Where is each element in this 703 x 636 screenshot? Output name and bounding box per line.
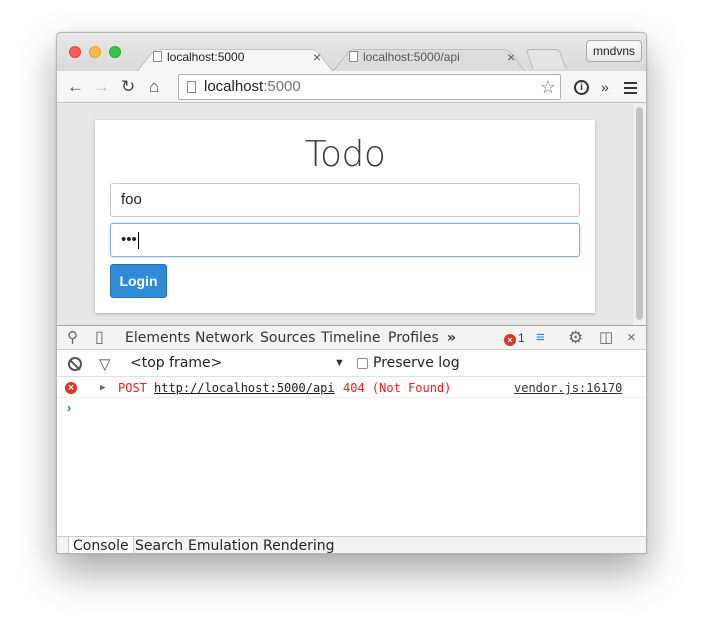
- gear-icon[interactable]: ⚙: [568, 328, 583, 348]
- text-caret: [137, 231, 139, 249]
- drawer-tab-search[interactable]: Search: [131, 537, 187, 553]
- tab-close-icon[interactable]: ×: [507, 43, 515, 71]
- page-viewport: Todo foo ••• Login: [57, 104, 646, 325]
- zoom-window-button[interactable]: [109, 46, 121, 58]
- username-input[interactable]: foo: [110, 183, 580, 217]
- back-arrow-icon[interactable]: ←: [67, 77, 84, 97]
- page-scrollbar[interactable]: [632, 104, 646, 325]
- device-mode-icon[interactable]: ▯: [95, 328, 104, 348]
- new-tab-button[interactable]: [525, 49, 567, 69]
- tab-elements[interactable]: Elements: [125, 326, 190, 350]
- hamburger-menu-icon[interactable]: [624, 82, 637, 97]
- filter-funnel-icon[interactable]: ▽: [99, 355, 111, 373]
- chevron-down-icon[interactable]: ▼: [334, 351, 345, 376]
- page-icon: [153, 51, 162, 62]
- more-tabs-icon[interactable]: »: [447, 326, 456, 350]
- tab-timeline[interactable]: Timeline: [321, 326, 381, 350]
- console-prompt-icon[interactable]: ›: [67, 400, 71, 415]
- tab-profiles[interactable]: Profiles: [388, 326, 439, 350]
- drawer-tab-emulation[interactable]: Emulation: [184, 537, 263, 553]
- drawer-tab-rendering[interactable]: Rendering: [259, 537, 339, 553]
- login-button[interactable]: Login: [110, 264, 167, 298]
- browser-toolbar: ← → ↻ ⌂ localhost:5000 ☆ i »: [57, 71, 646, 103]
- scrollbar-thumb[interactable]: [636, 107, 643, 320]
- tab-sources[interactable]: Sources: [260, 326, 315, 350]
- devtools-tab-bar: ⚲ ▯ Elements Network Sources Timeline Pr…: [57, 326, 646, 350]
- extensions-overflow-icon[interactable]: »: [601, 77, 609, 97]
- devtools-drawer-tabs: Console Search Emulation Rendering: [57, 536, 646, 553]
- reload-icon[interactable]: ↻: [121, 77, 135, 97]
- expand-triangle-icon[interactable]: ▶: [100, 378, 105, 398]
- forward-arrow-icon[interactable]: →: [93, 77, 110, 97]
- error-icon: ×: [504, 334, 516, 346]
- error-counter[interactable]: × 1: [504, 331, 525, 346]
- response-status: 404 (Not Found): [343, 381, 452, 395]
- console-message-row[interactable]: × ▶ POST http://localhost:5000/api 404 (…: [57, 378, 646, 398]
- console-drawer-icon[interactable]: ≡: [536, 328, 545, 348]
- tab-localhost-5000-api[interactable]: localhost:5000/api ×: [333, 43, 525, 71]
- console-filter-bar: ▽ <top frame> ▼ Preserve log: [57, 351, 646, 377]
- close-window-button[interactable]: [69, 46, 81, 58]
- request-url-link[interactable]: http://localhost:5000/api: [154, 378, 335, 398]
- tab-strip: localhost:5000 × localhost:5000/api × mn…: [57, 33, 646, 71]
- password-input[interactable]: •••: [110, 223, 580, 257]
- error-icon: ×: [65, 382, 77, 394]
- tab-title: localhost:5000: [167, 50, 245, 64]
- frame-selector[interactable]: <top frame>: [130, 351, 222, 376]
- devtools-close-icon[interactable]: ×: [627, 328, 636, 348]
- browser-window: localhost:5000 × localhost:5000/api × mn…: [56, 32, 647, 554]
- minimize-window-button[interactable]: [89, 46, 101, 58]
- tab-network[interactable]: Network: [195, 326, 253, 350]
- address-bar[interactable]: localhost:5000 ☆: [178, 74, 561, 100]
- preserve-log-checkbox[interactable]: [357, 358, 368, 369]
- url-text[interactable]: localhost:5000: [204, 75, 301, 99]
- preserve-log-label: Preserve log: [373, 355, 460, 371]
- login-card: Todo foo ••• Login: [95, 120, 595, 313]
- inspect-search-icon[interactable]: ⚲: [67, 328, 78, 348]
- tab-close-icon[interactable]: ×: [313, 43, 321, 71]
- request-method: POST: [118, 381, 147, 395]
- dock-side-icon[interactable]: ◫: [599, 328, 613, 348]
- devtools-panel: ⚲ ▯ Elements Network Sources Timeline Pr…: [57, 325, 646, 553]
- page-icon: [187, 81, 196, 93]
- tab-localhost-5000[interactable]: localhost:5000 ×: [137, 43, 333, 71]
- clear-console-icon[interactable]: [68, 357, 82, 371]
- source-link[interactable]: vendor.js:16170: [514, 378, 622, 398]
- page-icon: [349, 51, 358, 62]
- bookmark-star-icon[interactable]: ☆: [540, 76, 556, 98]
- profile-button[interactable]: mndvns: [586, 40, 642, 62]
- drawer-tab-console[interactable]: Console: [68, 537, 134, 553]
- info-icon[interactable]: i: [574, 80, 589, 95]
- page-title: Todo: [304, 134, 386, 175]
- tab-title: localhost:5000/api: [363, 50, 460, 64]
- home-icon[interactable]: ⌂: [149, 77, 159, 97]
